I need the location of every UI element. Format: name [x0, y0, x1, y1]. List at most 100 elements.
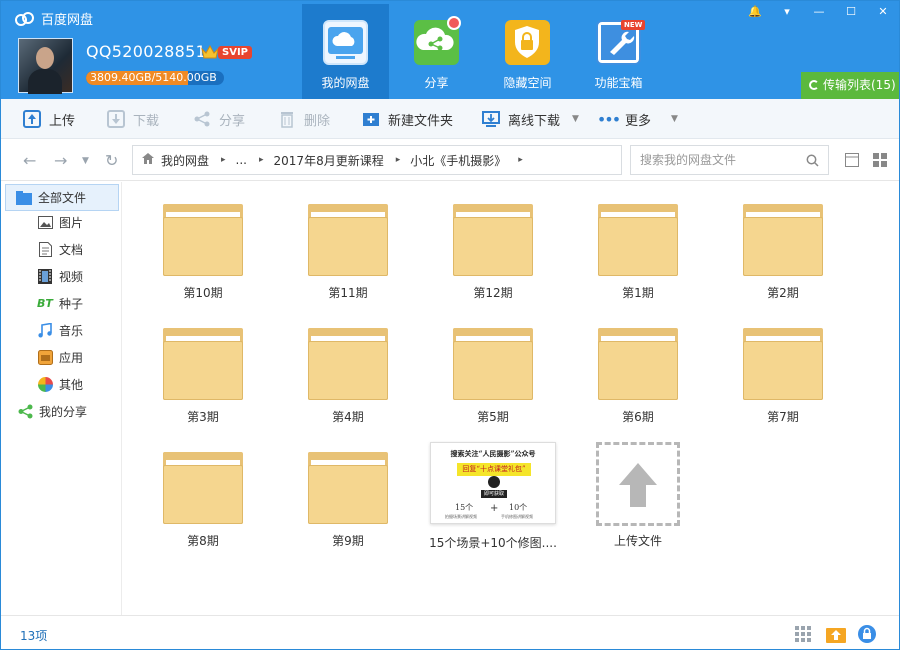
upload-button[interactable]: 上传	[23, 99, 75, 139]
breadcrumb-ellipsis[interactable]: ...	[236, 153, 247, 167]
new-folder-icon	[362, 110, 380, 128]
offline-download-icon	[482, 110, 500, 128]
sidebar-item-music[interactable]: 音乐	[1, 317, 121, 344]
new-folder-button[interactable]: 新建文件夹	[362, 99, 453, 139]
new-folder-label: 新建文件夹	[388, 113, 454, 129]
lock-status-icon[interactable]	[857, 624, 877, 644]
sidebar-item-apps[interactable]: 应用	[1, 344, 121, 371]
thumbnail-num-left: 15个	[455, 503, 474, 512]
nav-toolbox-label: 功能宝箱	[594, 76, 643, 90]
grid-view-icon[interactable]	[873, 153, 887, 167]
sidebar-item-all-files[interactable]: 全部文件	[5, 184, 119, 211]
share-button[interactable]: 分享	[193, 99, 245, 139]
transfer-list-button[interactable]: 传输列表(15)	[801, 72, 899, 99]
offline-download-button[interactable]: 离线下载 ▼	[482, 99, 579, 139]
folder-icon	[453, 328, 533, 400]
menu-button[interactable]: ▾	[771, 1, 803, 23]
quota-text: 3809.40GB/5140.00GB	[90, 71, 217, 84]
sidebar-item-videos[interactable]: 视频	[1, 263, 121, 290]
app-icon	[37, 350, 53, 366]
breadcrumb-root[interactable]: 我的网盘	[161, 152, 209, 169]
folder-item[interactable]: 第12期	[428, 204, 558, 301]
list-view-icon[interactable]	[845, 153, 859, 167]
folder-item[interactable]: 第4期	[283, 328, 413, 425]
download-icon	[107, 110, 125, 128]
folder-item[interactable]: 第9期	[283, 452, 413, 549]
home-icon	[141, 152, 155, 168]
refresh-icon[interactable]: ↻	[105, 151, 118, 170]
grid-apps-icon[interactable]	[795, 626, 811, 642]
nav-toolbox[interactable]: NEW 功能宝箱	[575, 4, 662, 99]
sidebar-item-label: 音乐	[59, 324, 84, 338]
sidebar-item-documents[interactable]: 文档	[1, 236, 121, 263]
folder-item[interactable]: 第11期	[283, 204, 413, 301]
sidebar-item-label: 其他	[59, 378, 84, 392]
sidebar-item-label: 文档	[59, 243, 84, 257]
folder-item[interactable]: 第5期	[428, 328, 558, 425]
folder-name: 第2期	[767, 286, 799, 300]
nav-hidden-space[interactable]: 隐藏空间	[484, 4, 571, 99]
document-icon	[37, 242, 53, 258]
folder-item[interactable]: 第8期	[138, 452, 268, 549]
search-icon[interactable]	[806, 154, 819, 167]
forward-arrow-icon[interactable]: →	[54, 151, 67, 170]
username[interactable]: QQ520028851	[86, 42, 206, 61]
trash-icon	[278, 110, 296, 128]
more-button[interactable]: ••• 更多 ▼	[596, 99, 678, 139]
maximize-button[interactable]: ☐	[835, 1, 867, 23]
upload-file-tile[interactable]: 上传文件	[573, 442, 703, 549]
thumbnail-line2: 回复“十点课堂礼包”	[457, 463, 531, 476]
thumbnail-sub-left: 拍摄场景讲解视频	[445, 514, 477, 519]
image-file-item[interactable]: 搜索关注“人民摄影”公众号 回复“十点课堂礼包” 即可获取 15个 + 10个 …	[428, 442, 558, 551]
image-thumbnail: 搜索关注“人民摄影”公众号 回复“十点课堂礼包” 即可获取 15个 + 10个 …	[430, 442, 556, 524]
sidebar-item-torrents[interactable]: BT 种子	[1, 290, 121, 317]
search-placeholder: 搜索我的网盘文件	[640, 153, 737, 167]
sidebar-item-pictures[interactable]: 图片	[1, 209, 121, 236]
delete-label: 删除	[304, 113, 331, 129]
folder-icon	[743, 328, 823, 400]
sidebar-item-label: 我的分享	[39, 405, 88, 419]
notify-button[interactable]: 🔔	[739, 1, 771, 23]
address-bar: ← → ▼ ↻ 我的网盘 ▸ ... ▸ 2017年8月更新课程 ▸ 小北《手机…	[1, 139, 899, 181]
sidebar-item-other[interactable]: 其他	[1, 371, 121, 398]
sidebar: 全部文件 图片 文档 视频 BT 种子 音乐 应用 其他 我的分享	[1, 182, 122, 615]
sidebar-item-label: 应用	[59, 351, 84, 365]
breadcrumb: 我的网盘 ▸ ... ▸ 2017年8月更新课程 ▸ 小北《手机摄影》 ▸	[132, 145, 622, 175]
back-arrow-icon[interactable]: ←	[23, 151, 36, 170]
sidebar-item-my-share[interactable]: 我的分享	[1, 398, 121, 425]
thumbnail-plus: +	[490, 503, 499, 514]
download-button[interactable]: 下载	[107, 99, 159, 139]
search-input[interactable]: 搜索我的网盘文件	[630, 145, 829, 175]
minimize-button[interactable]: —	[803, 1, 835, 23]
folder-item[interactable]: 第7期	[718, 328, 848, 425]
close-button[interactable]: ✕	[867, 1, 899, 23]
sidebar-item-label: 全部文件	[38, 191, 87, 205]
folder-item[interactable]: 第10期	[138, 204, 268, 301]
transfer-spinner-icon	[809, 80, 819, 90]
notification-dot	[447, 16, 461, 30]
folder-name: 第9期	[332, 534, 364, 548]
breadcrumb-item[interactable]: 2017年8月更新课程	[274, 152, 384, 169]
folder-icon	[308, 204, 388, 276]
more-dots-icon: •••	[596, 109, 621, 129]
nav-share-label: 分享	[424, 76, 449, 90]
folder-item[interactable]: 第6期	[573, 328, 703, 425]
folder-icon	[163, 328, 243, 400]
delete-button[interactable]: 删除	[278, 99, 330, 139]
share-label: 分享	[219, 113, 246, 129]
upload-label: 上传	[49, 113, 76, 129]
offline-download-label: 离线下载	[508, 113, 561, 129]
folder-item[interactable]: 第2期	[718, 204, 848, 301]
file-grid: 第10期 第11期 第12期 第1期 第2期 第3期 第4期 第5期 第6期 第…	[123, 182, 899, 615]
new-badge: NEW	[621, 20, 646, 30]
avatar[interactable]	[18, 38, 73, 94]
folder-item[interactable]: 第3期	[138, 328, 268, 425]
svip-badge[interactable]: SVIP	[200, 43, 252, 61]
upload-queue-icon[interactable]	[826, 625, 846, 643]
nav-share[interactable]: 分享	[393, 4, 480, 99]
breadcrumb-item[interactable]: 小北《手机摄影》	[410, 152, 506, 169]
folder-item[interactable]: 第1期	[573, 204, 703, 301]
history-dropdown-icon[interactable]: ▼	[82, 156, 89, 166]
app-title-text: 百度网盘	[41, 13, 94, 28]
nav-my-disk[interactable]: 我的网盘	[302, 4, 389, 99]
